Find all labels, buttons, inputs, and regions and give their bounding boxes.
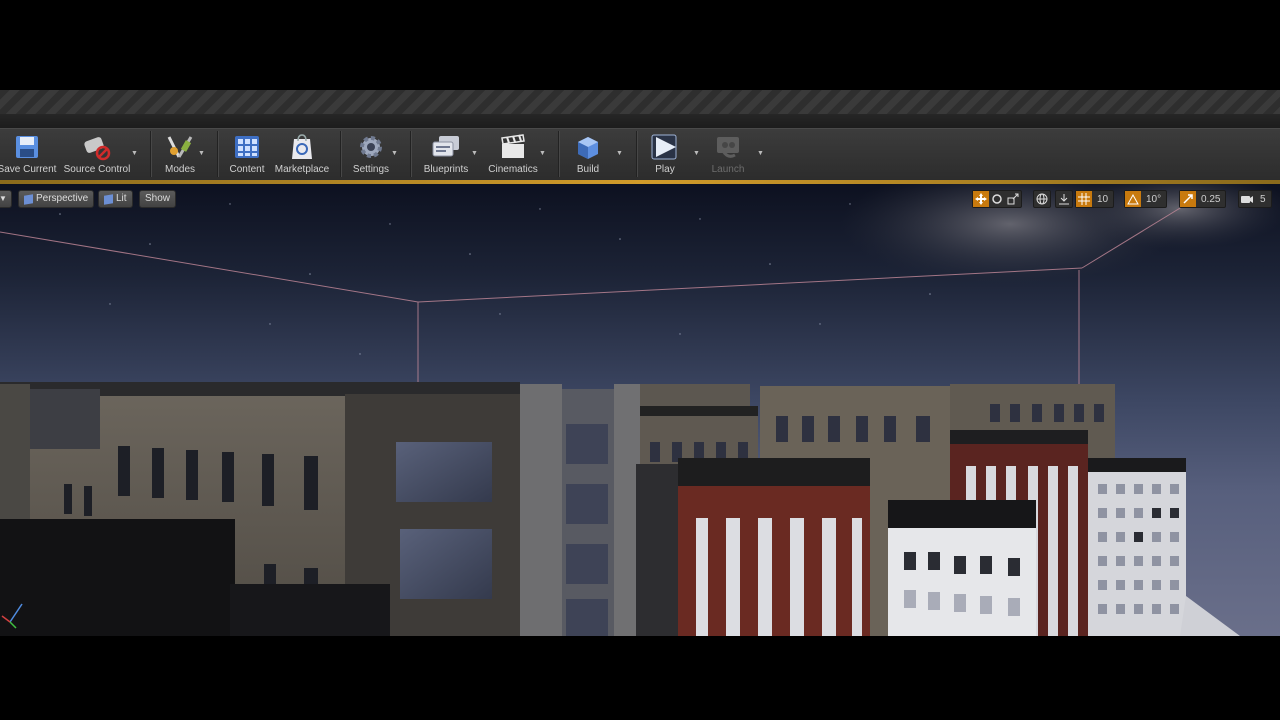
viewport-options-dropdown[interactable]: ▼ — [0, 190, 12, 208]
content-label: Content — [229, 164, 265, 175]
toolbar-separator — [410, 131, 411, 177]
blueprints-icon — [431, 132, 461, 162]
build-button[interactable]: Build — [568, 129, 608, 181]
settings-button[interactable]: Settings — [350, 129, 392, 181]
marketplace-button[interactable]: Marketplace — [272, 129, 332, 181]
launch-icon — [713, 132, 743, 162]
modes-label: Modes — [164, 164, 195, 175]
scale-mode-icon[interactable] — [1005, 191, 1021, 207]
grid-snap-value[interactable]: 10 — [1092, 194, 1113, 205]
marketplace-label: Marketplace — [274, 164, 330, 175]
modes-icon — [165, 132, 195, 162]
modes-button[interactable]: Modes — [160, 129, 200, 181]
main-toolbar: Save Current Source Control ▼ Modes ▼ Co… — [0, 128, 1280, 181]
chevron-down-icon: ▼ — [0, 194, 7, 203]
rotation-snap-icon — [1125, 191, 1141, 207]
toolbar-separator — [217, 131, 218, 177]
save-current-button[interactable]: Save Current — [0, 129, 57, 181]
save-icon — [12, 132, 42, 162]
cinematics-button[interactable]: Cinematics — [486, 129, 540, 181]
content-browser-icon — [232, 132, 262, 162]
play-icon — [650, 132, 680, 162]
source-control-icon — [82, 132, 112, 162]
grid-snap-icon — [1076, 191, 1092, 207]
toolbar-separator — [558, 131, 559, 177]
scale-snap-control[interactable]: 0.25 — [1179, 190, 1227, 208]
perspective-label: Perspective — [36, 193, 89, 204]
launch-label: Launch — [711, 164, 745, 175]
translate-mode-icon[interactable] — [973, 191, 989, 207]
blueprints-dropdown-arrow[interactable]: ▼ — [471, 150, 478, 157]
perspective-button[interactable]: Perspective — [18, 190, 95, 208]
launch-button[interactable]: Launch — [708, 129, 748, 181]
clapperboard-icon — [498, 132, 528, 162]
rotation-snap-control[interactable]: 10° — [1124, 190, 1168, 208]
surface-snap-icon — [1056, 191, 1072, 207]
editor-tab-strip — [0, 90, 1280, 115]
show-label: Show — [145, 193, 171, 204]
scale-snap-value[interactable]: 0.25 — [1196, 194, 1225, 205]
scale-snap-icon — [1180, 191, 1196, 207]
lit-label: Lit — [116, 193, 127, 204]
build-icon — [573, 132, 603, 162]
content-button[interactable]: Content — [226, 129, 268, 181]
build-dropdown-arrow[interactable]: ▼ — [616, 150, 623, 157]
toolbar-separator — [340, 131, 341, 177]
transform-mode-group — [972, 190, 1022, 208]
play-label: Play — [655, 164, 675, 175]
blueprints-label: Blueprints — [423, 164, 469, 175]
source-control-label: Source Control — [63, 164, 131, 175]
lit-mode-icon — [104, 193, 113, 205]
viewport-scene — [0, 184, 1280, 636]
letterbox-bottom — [0, 636, 1280, 720]
letterbox-top — [0, 0, 1280, 90]
level-viewport[interactable]: ▼ Perspective Lit Show 10 10° 0.25 5 — [0, 184, 1280, 636]
globe-icon — [1034, 191, 1050, 207]
tab-strip-shadow — [0, 114, 1280, 128]
rotate-mode-icon[interactable] — [989, 191, 1005, 207]
source-control-dropdown-arrow[interactable]: ▼ — [131, 150, 138, 157]
toolbar-separator — [150, 131, 151, 177]
surface-snapping-toggle[interactable] — [1055, 190, 1073, 208]
settings-dropdown-arrow[interactable]: ▼ — [391, 150, 398, 157]
save-current-label: Save Current — [0, 164, 57, 175]
cinematics-label: Cinematics — [488, 164, 538, 175]
perspective-cube-icon — [24, 193, 33, 205]
toolbar-separator — [636, 131, 637, 177]
grid-snap-control[interactable]: 10 — [1075, 190, 1115, 208]
camera-speed-control[interactable]: 5 — [1238, 190, 1272, 208]
play-dropdown-arrow[interactable]: ▼ — [693, 150, 700, 157]
camera-speed-icon — [1239, 191, 1255, 207]
settings-label: Settings — [352, 164, 390, 175]
source-control-button[interactable]: Source Control — [62, 129, 132, 181]
build-label: Build — [576, 164, 600, 175]
rotation-snap-value[interactable]: 10° — [1141, 194, 1166, 205]
camera-speed-value[interactable]: 5 — [1255, 194, 1271, 205]
blueprints-button[interactable]: Blueprints — [420, 129, 472, 181]
gear-icon — [356, 132, 386, 162]
play-button[interactable]: Play — [646, 129, 684, 181]
cinematics-dropdown-arrow[interactable]: ▼ — [539, 150, 546, 157]
marketplace-icon — [287, 132, 317, 162]
modes-dropdown-arrow[interactable]: ▼ — [198, 150, 205, 157]
launch-dropdown-arrow[interactable]: ▼ — [757, 150, 764, 157]
lit-button[interactable]: Lit — [98, 190, 133, 208]
coordinate-space-toggle[interactable] — [1033, 190, 1051, 208]
show-button[interactable]: Show — [139, 190, 177, 208]
